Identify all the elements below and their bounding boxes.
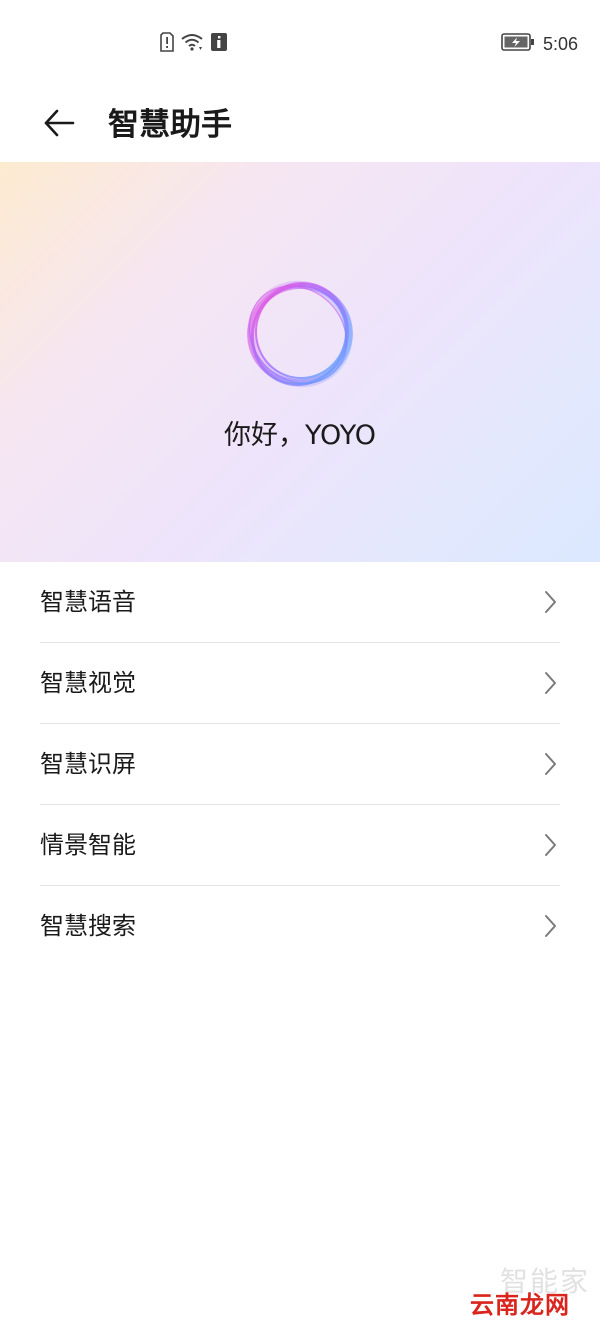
chevron-right-icon — [540, 671, 560, 695]
menu-item-label: 智慧识屏 — [40, 750, 136, 778]
status-icons-right: 5:06 — [501, 33, 578, 55]
status-icons-left — [160, 32, 228, 56]
settings-list: 智慧语音 智慧视觉 智慧识屏 情景智能 智慧搜索 — [0, 562, 600, 966]
chevron-right-icon — [540, 914, 560, 938]
chevron-right-icon — [540, 590, 560, 614]
battery-charging-icon — [501, 33, 535, 55]
header: 智慧助手 — [0, 88, 600, 162]
menu-item-label: 情景智能 — [40, 831, 136, 859]
menu-item-label: 智慧视觉 — [40, 669, 136, 697]
arrow-left-icon — [43, 109, 75, 141]
yoyo-orb-icon[interactable] — [240, 274, 360, 394]
sim-alert-icon — [160, 32, 174, 56]
menu-item-smart-screen-recognition[interactable]: 智慧识屏 — [40, 723, 560, 804]
watermark-logo: 云南龙网 — [470, 1291, 570, 1319]
back-button[interactable] — [30, 96, 88, 154]
menu-item-smart-voice[interactable]: 智慧语音 — [40, 562, 560, 642]
status-bar: 5:06 — [0, 0, 600, 88]
wifi-icon — [180, 32, 204, 56]
greeting-text: 你好，YOYO — [223, 420, 377, 451]
page-title: 智慧助手 — [108, 107, 232, 143]
menu-item-label: 智慧搜索 — [40, 912, 136, 940]
menu-item-smart-vision[interactable]: 智慧视觉 — [40, 642, 560, 723]
status-time: 5:06 — [542, 33, 578, 54]
menu-item-scene-intelligence[interactable]: 情景智能 — [40, 804, 560, 885]
menu-item-label: 智慧语音 — [40, 588, 136, 616]
assistant-hero-banner: 你好，YOYO — [0, 162, 600, 562]
chevron-right-icon — [540, 752, 560, 776]
info-icon — [210, 32, 228, 56]
chevron-right-icon — [540, 833, 560, 857]
page: 5:06 智慧助手 你好，YOYO 智慧语音 智慧视觉 智慧识屏 情景智能 智慧… — [0, 0, 600, 1333]
menu-item-smart-search[interactable]: 智慧搜索 — [40, 885, 560, 966]
